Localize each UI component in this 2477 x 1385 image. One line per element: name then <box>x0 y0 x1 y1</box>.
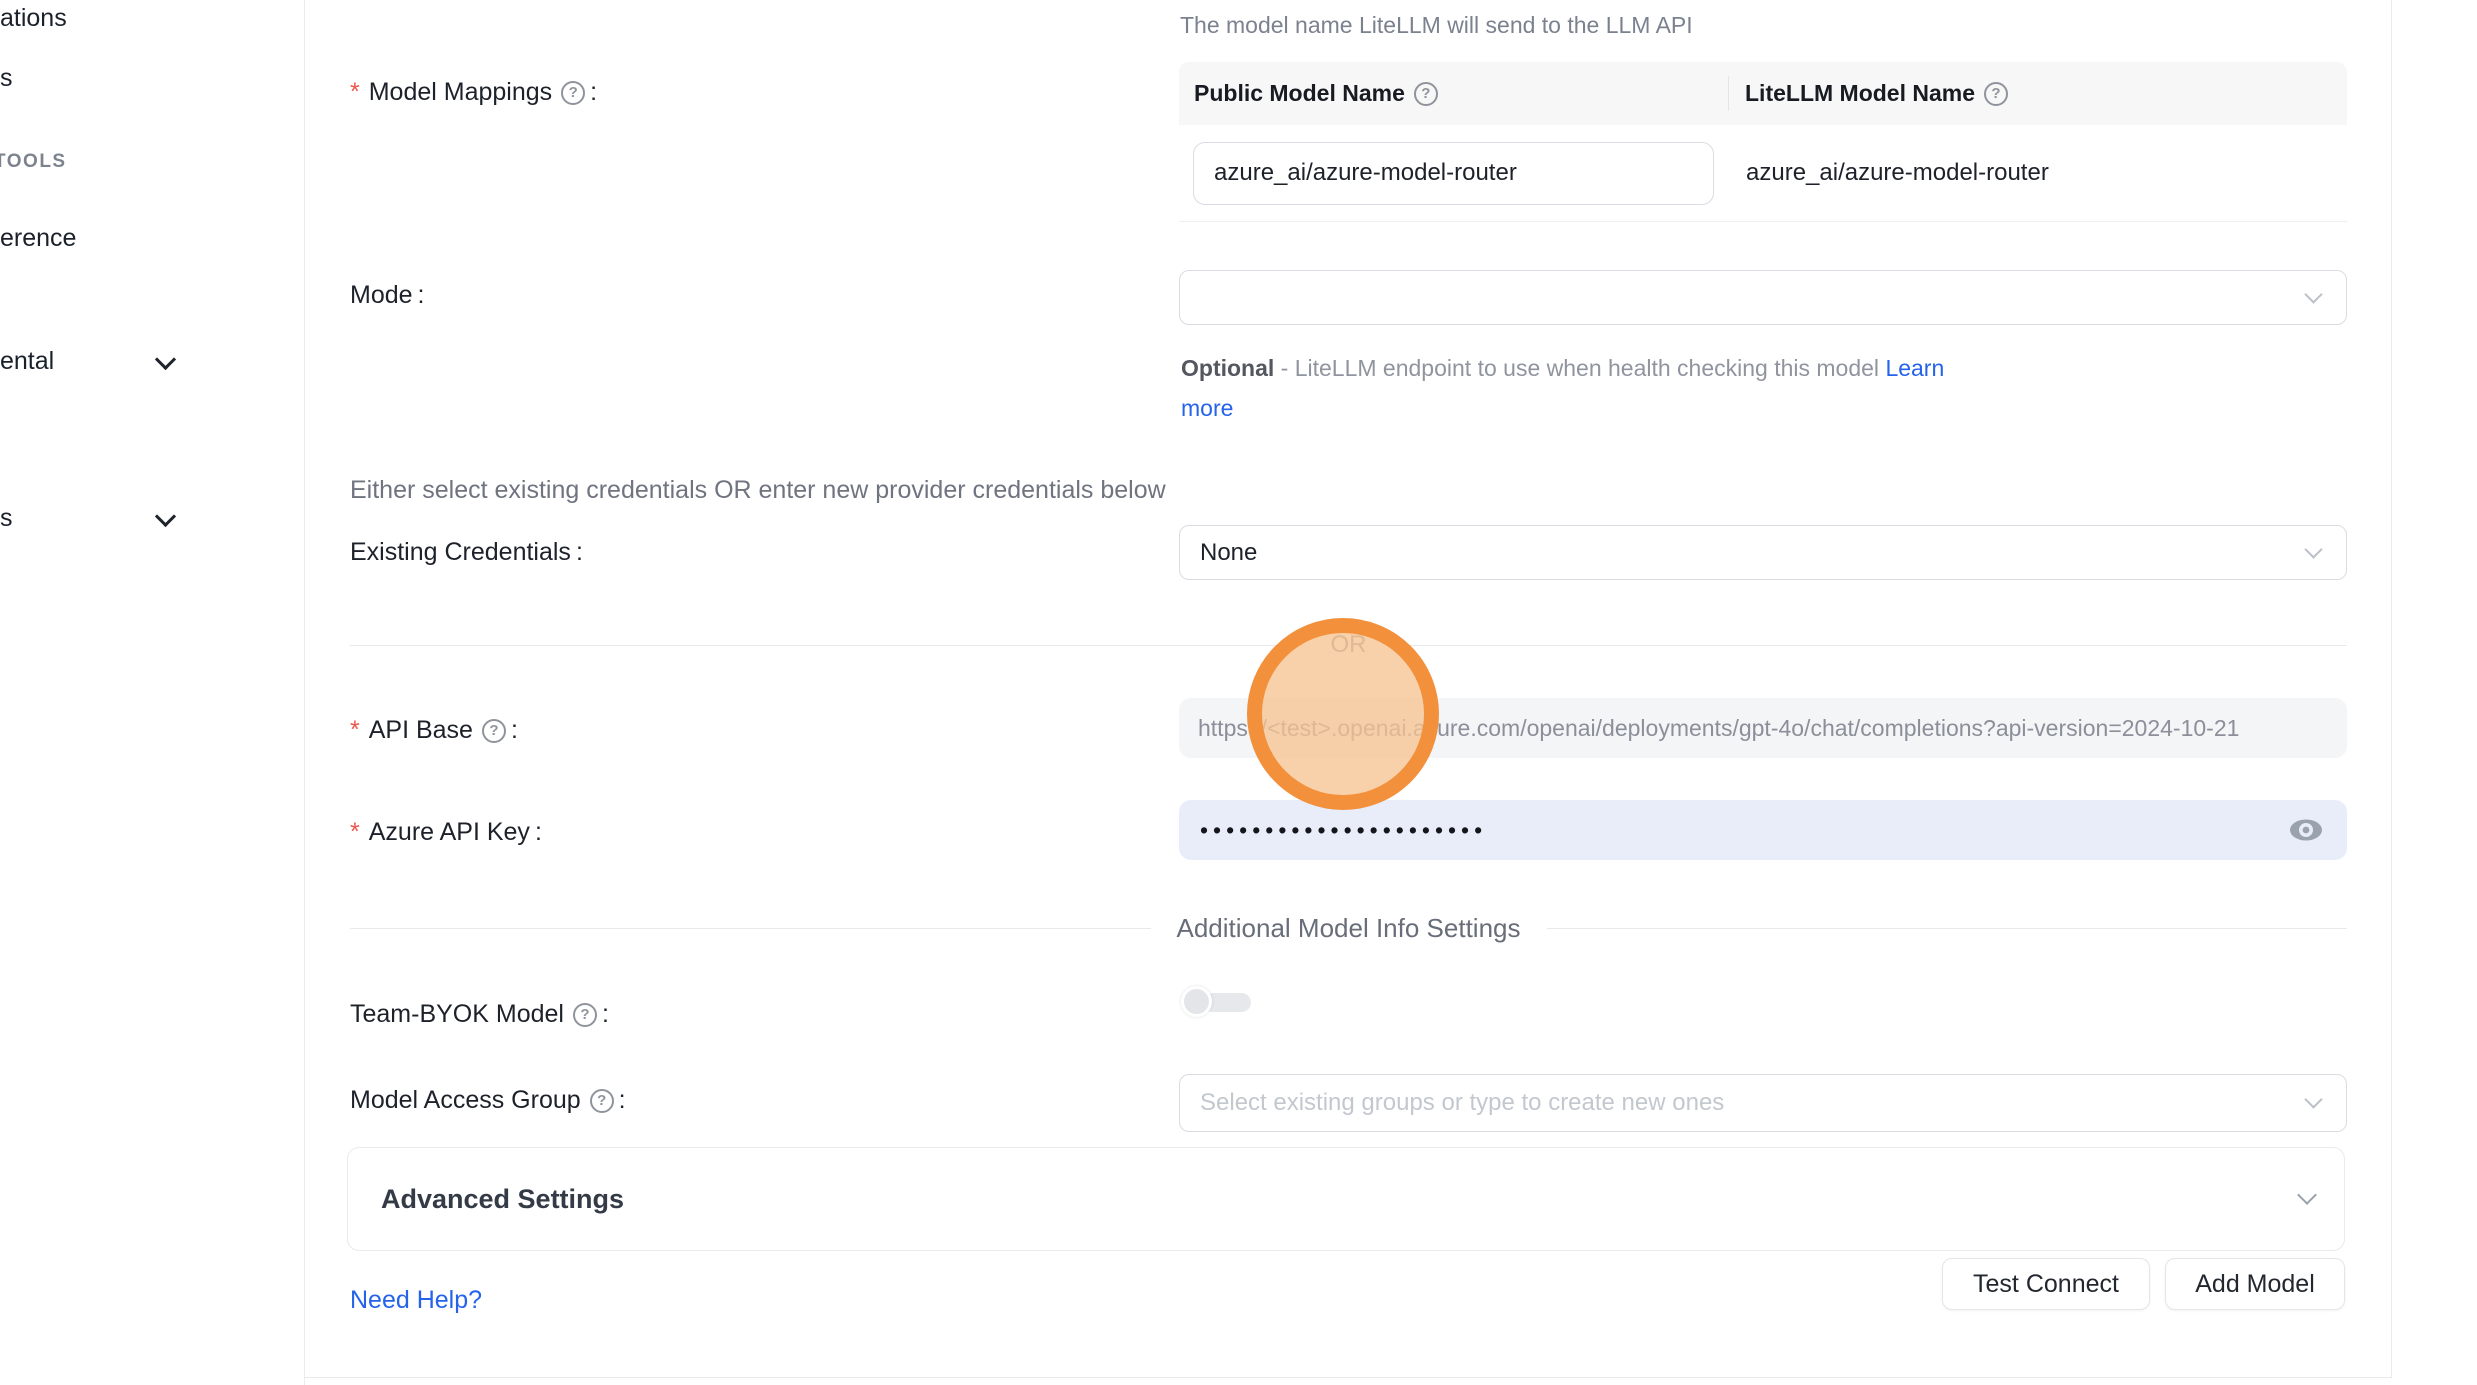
chevron-down-icon <box>2297 1185 2317 1205</box>
sidebar-item-label: ations <box>0 4 67 33</box>
learn-more-link[interactable]: more <box>1181 395 1233 421</box>
credentials-note: Either select existing credentials OR en… <box>350 476 1166 505</box>
model-access-group-select[interactable]: Select existing groups or type to create… <box>1179 1074 2347 1132</box>
existing-credentials-label: Existing Credentials : <box>350 538 583 567</box>
add-model-form: The model name LiteLLM will send to the … <box>305 0 2392 1378</box>
team-byok-toggle[interactable] <box>1181 986 1251 1018</box>
column-divider <box>1728 76 1729 111</box>
help-icon[interactable]: ? <box>1984 82 2008 106</box>
eye-icon[interactable] <box>2289 813 2323 847</box>
model-name-helper-text: The model name LiteLLM will send to the … <box>1180 12 1693 39</box>
chevron-down-icon[interactable] <box>155 506 176 527</box>
help-icon[interactable]: ? <box>1414 82 1438 106</box>
add-model-button[interactable]: Add Model <box>2165 1258 2345 1310</box>
sidebar-item-label: s <box>0 64 13 93</box>
page: ations s TOOLS erence ental s The model … <box>0 0 2477 1385</box>
chevron-down-icon <box>2304 285 2322 303</box>
sidebar-item-api-reference[interactable]: erence <box>0 224 76 253</box>
learn-more-link[interactable]: Learn <box>1885 355 1944 381</box>
sidebar: ations s TOOLS erence ental s <box>0 0 305 1385</box>
help-icon[interactable]: ? <box>590 1089 614 1113</box>
sidebar-item-label: ental <box>0 347 54 376</box>
chevron-down-icon <box>2304 540 2322 558</box>
test-connect-button[interactable]: Test Connect <box>1942 1258 2150 1310</box>
azure-api-key-input[interactable]: •••••••••••••••••••••• <box>1179 800 2347 860</box>
required-asterisk: * <box>350 818 360 847</box>
litellm-model-name-value: azure_ai/azure-model-router <box>1714 159 2049 187</box>
divider-line <box>1393 645 2348 646</box>
or-divider: OR <box>350 625 2347 665</box>
table-header-row: Public Model Name ? LiteLLM Model Name ? <box>1179 62 2347 125</box>
model-mappings-label: * Model Mappings ? : <box>350 78 597 107</box>
sidebar-item-settings[interactable]: s <box>0 504 13 533</box>
sidebar-item-label: s <box>0 504 13 533</box>
required-asterisk: * <box>350 78 360 107</box>
sidebar-section-tools: TOOLS <box>0 151 67 173</box>
column-header-public-model-name: Public Model Name ? <box>1179 80 1728 107</box>
sidebar-item[interactable]: s <box>0 64 13 93</box>
help-icon[interactable]: ? <box>573 1003 597 1027</box>
api-base-label: * API Base ? : <box>350 716 518 745</box>
mode-label: Mode : <box>350 281 425 310</box>
additional-settings-divider-text: Additional Model Info Settings <box>1151 913 1547 944</box>
advanced-settings-title: Advanced Settings <box>348 1184 624 1215</box>
additional-settings-divider: Additional Model Info Settings <box>350 908 2347 948</box>
or-divider-text: OR <box>1305 631 1393 659</box>
public-model-name-input[interactable] <box>1193 142 1714 205</box>
help-icon[interactable]: ? <box>561 81 585 105</box>
masked-api-key: •••••••••••••••••••••• <box>1179 817 1487 844</box>
team-byok-label: Team-BYOK Model ? : <box>350 1000 609 1029</box>
column-header-litellm-model-name: LiteLLM Model Name ? <box>1728 80 2008 107</box>
existing-credentials-value: None <box>1180 539 1257 567</box>
divider-line <box>350 645 1305 646</box>
required-asterisk: * <box>350 716 360 745</box>
mode-helper-text: Optional - LiteLLM endpoint to use when … <box>1181 348 2341 428</box>
sidebar-item-label: erence <box>0 224 76 253</box>
chevron-down-icon <box>2304 1090 2322 1108</box>
sidebar-item-experimental[interactable]: ental <box>0 347 54 376</box>
help-icon[interactable]: ? <box>482 719 506 743</box>
divider-line <box>350 928 1151 929</box>
table-row: azure_ai/azure-model-router <box>1179 125 2347 222</box>
azure-api-key-label: * Azure API Key : <box>350 818 542 847</box>
toggle-knob <box>1181 986 1212 1017</box>
model-access-group-placeholder: Select existing groups or type to create… <box>1180 1089 1724 1117</box>
model-access-group-label: Model Access Group ? : <box>350 1086 626 1115</box>
api-base-input[interactable]: https://<test>.openai.azure.com/openai/d… <box>1179 698 2347 758</box>
chevron-down-icon[interactable] <box>155 349 176 370</box>
mode-select[interactable] <box>1179 270 2347 325</box>
advanced-settings-panel[interactable]: Advanced Settings <box>347 1147 2345 1251</box>
model-mappings-table: Public Model Name ? LiteLLM Model Name ?… <box>1179 62 2347 222</box>
sidebar-item-organizations[interactable]: ations <box>0 4 67 33</box>
need-help-link[interactable]: Need Help? <box>350 1286 482 1315</box>
existing-credentials-select[interactable]: None <box>1179 525 2347 580</box>
divider-line <box>1547 928 2348 929</box>
api-base-value: https://<test>.openai.azure.com/openai/d… <box>1179 715 2239 742</box>
